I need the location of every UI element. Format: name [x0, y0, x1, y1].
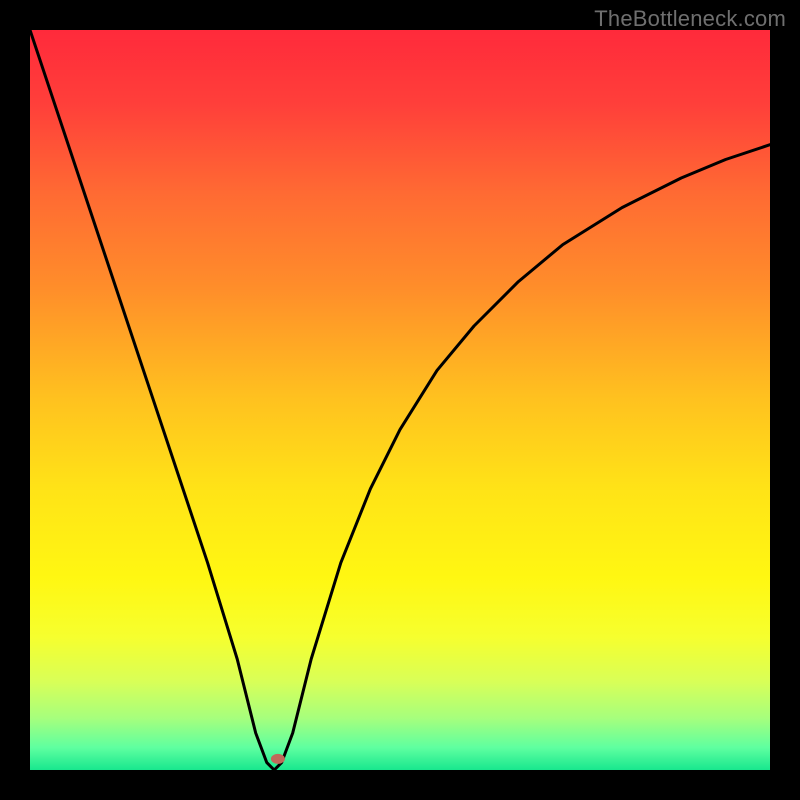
gradient-background	[30, 30, 770, 770]
optimum-marker	[271, 754, 285, 764]
chart-svg	[30, 30, 770, 770]
chart-frame: TheBottleneck.com	[0, 0, 800, 800]
watermark-text: TheBottleneck.com	[594, 6, 786, 32]
plot-area	[30, 30, 770, 770]
